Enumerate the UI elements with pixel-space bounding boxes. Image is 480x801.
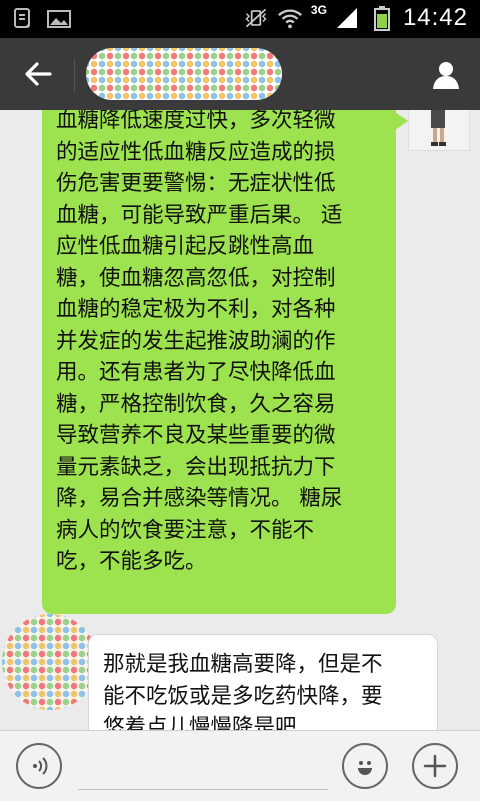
screenshot-icon — [10, 6, 36, 32]
chat-info-button[interactable] — [428, 56, 464, 92]
input-toolbar — [0, 730, 480, 801]
header-divider — [74, 58, 75, 92]
arrow-left-icon — [25, 62, 52, 86]
status-right-icons: 3G 14:42 — [243, 3, 468, 32]
person-icon — [433, 62, 459, 89]
my-avatar[interactable] — [408, 110, 470, 151]
contact-avatar[interactable] — [2, 614, 98, 710]
status-bar: 3G 14:42 — [0, 0, 480, 38]
message-input[interactable] — [78, 789, 328, 790]
sent-message-bubble[interactable]: 血糖降低速度过快，多次轻微 的适应性低血糖反应造成的损 伤危害更要警惕：无症状性… — [42, 110, 408, 614]
voice-input-button[interactable] — [16, 743, 62, 789]
wifi-icon — [277, 5, 303, 31]
message-text: 血糖降低速度过快，多次轻微 的适应性低血糖反应造成的损 伤危害更要警惕：无症状性… — [56, 110, 343, 574]
plus-icon — [423, 754, 447, 778]
network-type: 3G — [310, 3, 327, 17]
battery-icon — [369, 5, 395, 31]
signal-icon — [335, 5, 361, 31]
message-text: 那就是我血糖高要降，但是不 能不吃饭或是多吃药快降，要 悠着点儿慢慢降是吧 — [103, 652, 383, 730]
gallery-icon — [46, 6, 72, 32]
received-message-bubble[interactable]: 那就是我血糖高要降，但是不 能不吃饭或是多吃药快降，要 悠着点儿慢慢降是吧 — [88, 634, 438, 730]
message-list[interactable]: 血糖降低速度过快，多次轻微 的适应性低血糖反应造成的损 伤危害更要警惕：无症状性… — [0, 110, 480, 730]
voice-icon — [33, 757, 48, 775]
emoji-button[interactable] — [342, 743, 388, 789]
chat-header — [0, 38, 480, 110]
clock-time: 14:42 — [402, 4, 468, 31]
emoji-icon — [358, 761, 372, 775]
status-left-icons — [10, 6, 72, 32]
more-actions-button[interactable] — [412, 743, 458, 789]
vibrate-mute-icon — [243, 5, 269, 31]
contact-name-obscured — [86, 48, 282, 100]
back-button[interactable] — [18, 54, 58, 94]
